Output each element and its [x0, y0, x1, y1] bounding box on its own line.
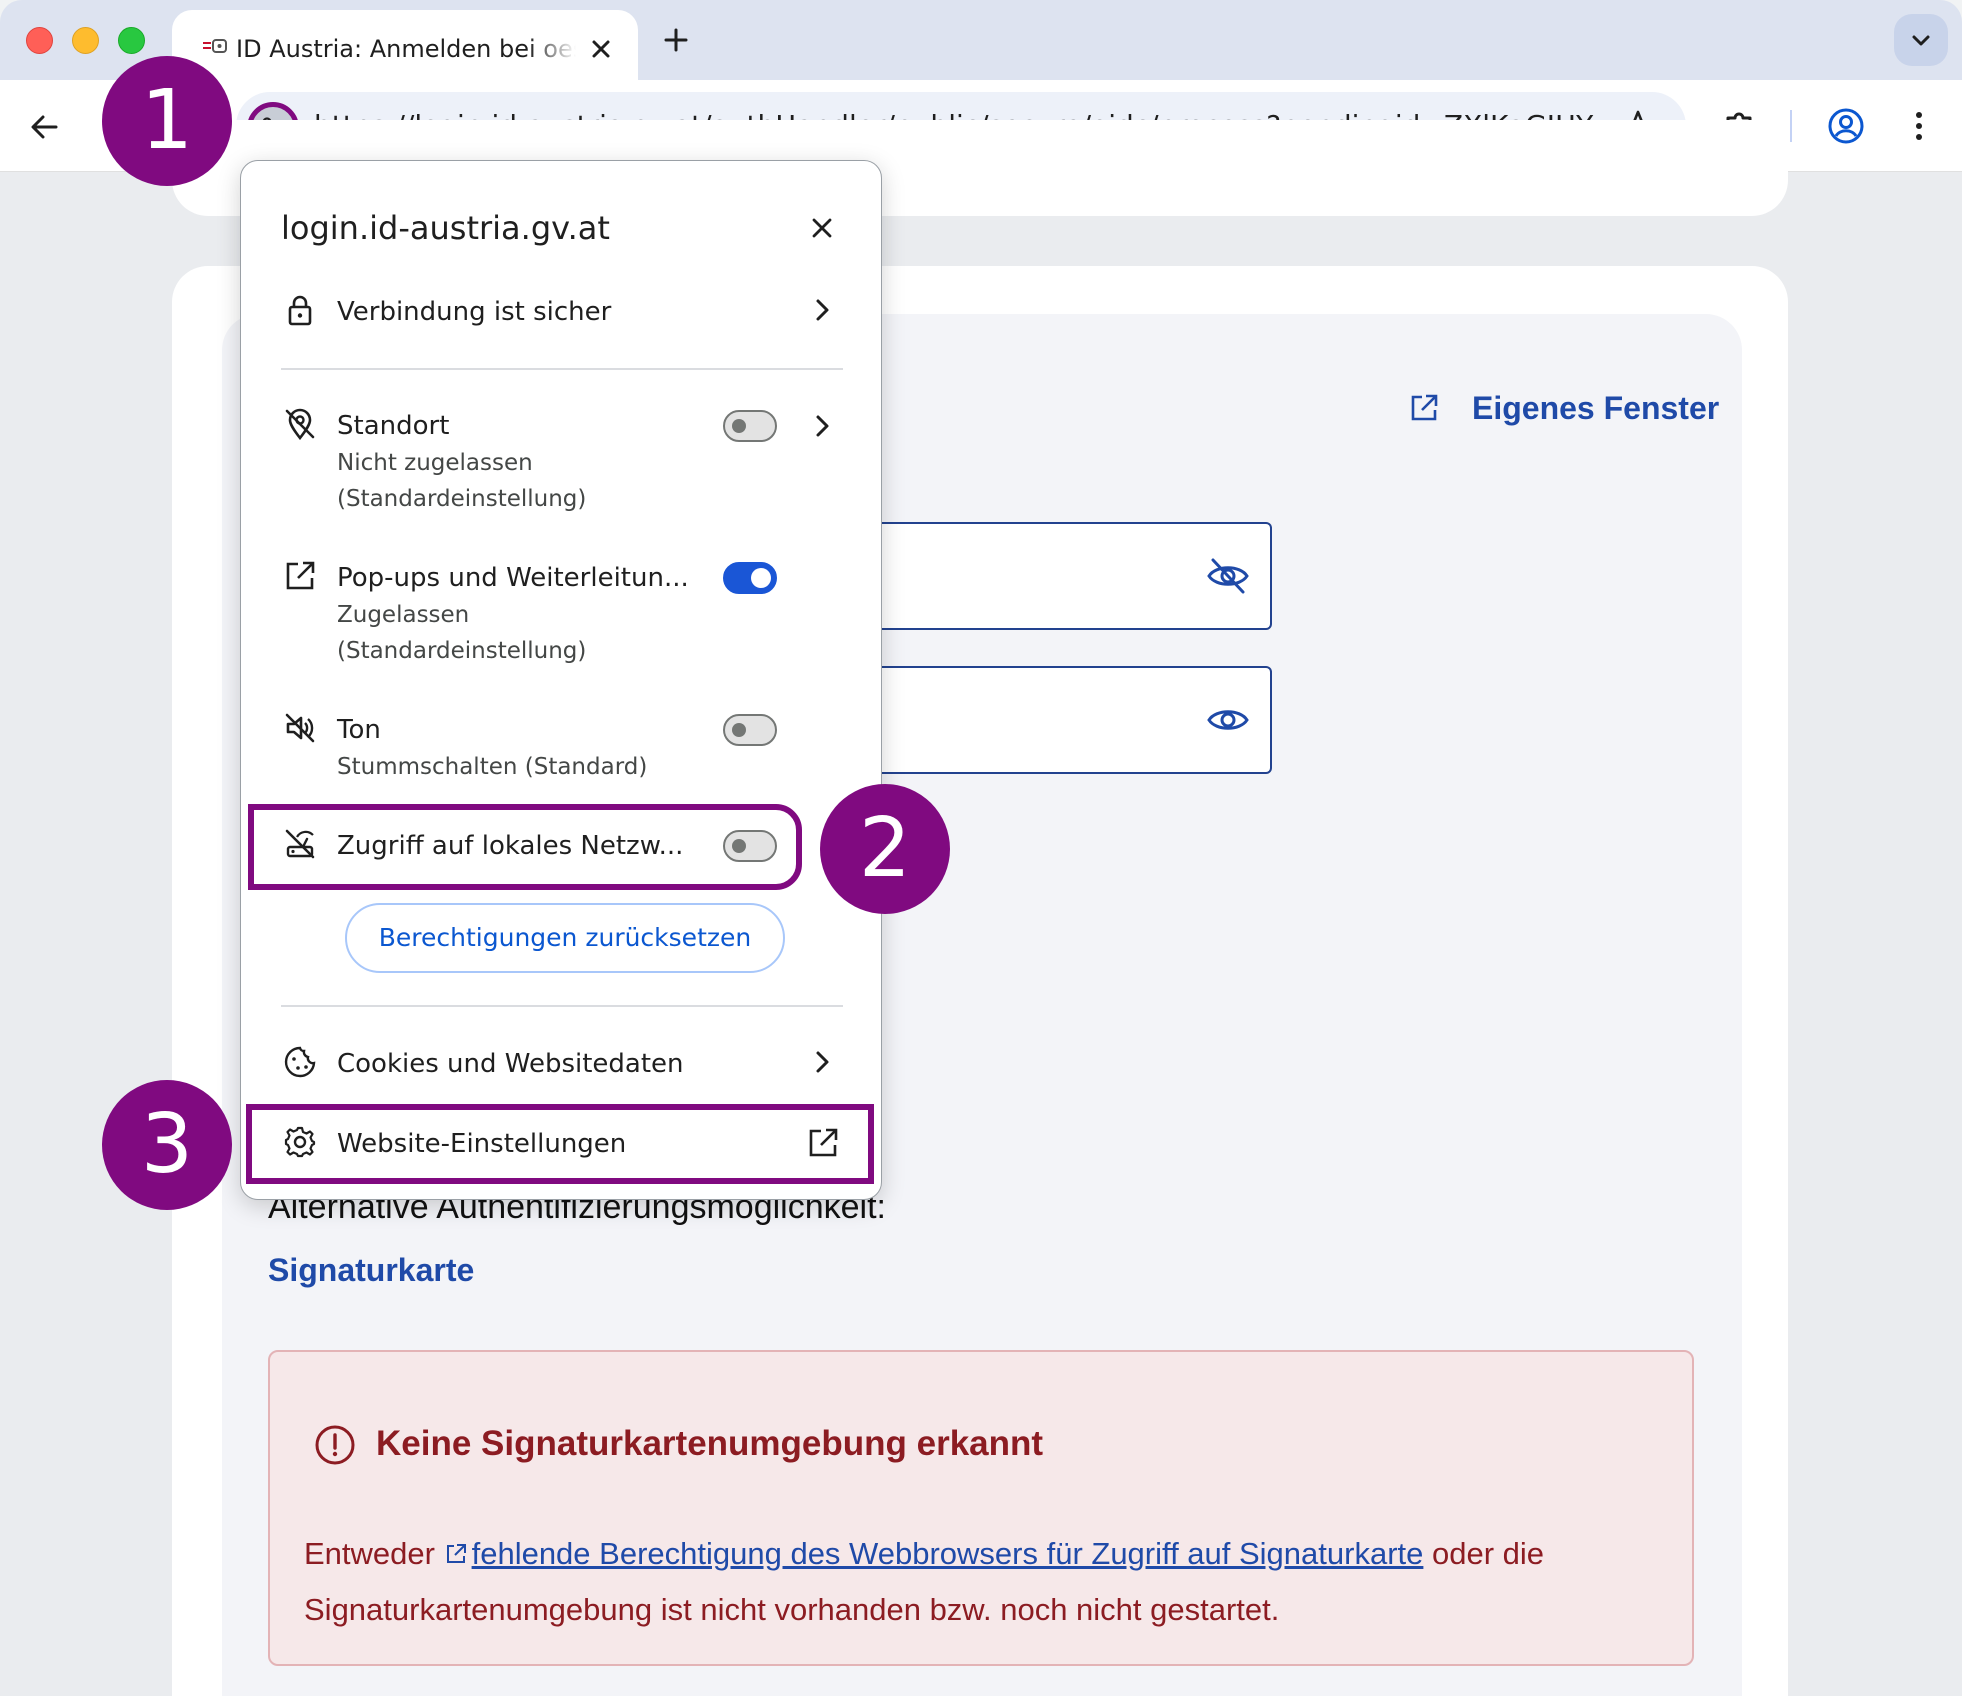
signaturkarte-link[interactable]: Signaturkarte: [268, 1252, 474, 1289]
permission-popups-label: Pop-ups und Weiterleitun...: [337, 563, 689, 593]
back-arrow-icon[interactable]: [26, 108, 64, 146]
password-field-2[interactable]: [870, 666, 1272, 774]
permission-location-status: Nicht zugelassen: [337, 450, 533, 476]
chevron-right-icon[interactable]: [807, 295, 837, 325]
chevron-right-icon[interactable]: [807, 411, 837, 441]
minimize-window-button[interactable]: [72, 27, 99, 54]
error-circle-icon: [315, 1425, 355, 1465]
lock-icon: [288, 295, 312, 326]
toolbar-separator: [1790, 110, 1792, 142]
highlight-local-network: [248, 804, 802, 890]
tab-strip: ID Austria: Anmelden bei oesterreich.gv.…: [0, 0, 1962, 82]
error-title: Keine Signaturkartenumgebung erkannt: [376, 1424, 1044, 1463]
connection-secure-label[interactable]: Verbindung ist sicher: [337, 295, 611, 329]
close-icon[interactable]: [805, 211, 839, 245]
profile-avatar-icon[interactable]: [1826, 106, 1866, 146]
reset-permissions-button[interactable]: Berechtigungen zurücksetzen: [345, 903, 785, 973]
error-body: Entweder fehlende Berechtigung des Webbr…: [304, 1526, 1674, 1638]
tab-search-button[interactable]: [1894, 14, 1948, 66]
permission-sound-label: Ton: [337, 715, 381, 745]
permission-popups-default: (Standardeinstellung): [337, 638, 587, 664]
berechtigung-link[interactable]: fehlende Berechtigung des Webbrowsers fü…: [472, 1536, 1424, 1571]
eigenes-fenster-link[interactable]: Eigenes Fenster: [1408, 386, 1719, 430]
close-window-button[interactable]: [26, 27, 53, 54]
chevron-right-icon[interactable]: [807, 1047, 837, 1077]
site-info-popup: login.id-austria.gv.at Verbindung ist si…: [240, 160, 882, 1200]
eye-icon[interactable]: [1206, 700, 1250, 740]
open-in-new-icon: [286, 561, 315, 590]
location-toggle[interactable]: [723, 410, 777, 442]
new-tab-icon[interactable]: [660, 24, 692, 56]
popup-divider: [281, 1005, 843, 1007]
sound-toggle[interactable]: [723, 714, 777, 746]
more-menu-icon[interactable]: [1904, 106, 1934, 146]
maximize-window-button[interactable]: [118, 27, 145, 54]
volume-off-icon: [285, 713, 315, 743]
error-body-prefix: Entweder: [304, 1536, 435, 1571]
id-austria-favicon: [203, 39, 227, 53]
step-badge-3: 3: [102, 1080, 232, 1210]
password-field-1[interactable]: [870, 522, 1272, 630]
popups-toggle[interactable]: [723, 562, 777, 594]
eye-off-icon[interactable]: [1206, 556, 1250, 596]
cookie-icon: [284, 1046, 316, 1078]
tab-id-austria[interactable]: ID Austria: Anmelden bei oesterreich.gv.…: [172, 10, 638, 82]
highlight-site-settings: [246, 1104, 874, 1184]
popup-divider: [281, 368, 843, 370]
permission-location-label: Standort: [337, 411, 450, 441]
cookies-label[interactable]: Cookies und Websitedaten: [337, 1047, 684, 1081]
permission-popups-status: Zugelassen: [337, 602, 470, 628]
step-badge-1: 1: [102, 56, 232, 186]
step-badge-2: 2: [820, 784, 950, 914]
eigenes-fenster-label: Eigenes Fenster: [1472, 389, 1720, 426]
permission-sound-status: Stummschalten (Standard): [337, 754, 648, 780]
location-off-icon: [285, 408, 315, 441]
permission-location-default: (Standardeinstellung): [337, 486, 587, 512]
tab-close-icon[interactable]: [586, 34, 616, 64]
popup-domain: login.id-austria.gv.at: [281, 209, 610, 247]
external-link-icon: [1411, 394, 1438, 421]
chevron-down-icon: [1912, 35, 1930, 46]
external-link-icon: [446, 1544, 466, 1563]
tab-title: ID Austria: Anmelden bei oesterreich.gv.…: [236, 35, 576, 63]
error-alert: Keine Signaturkartenumgebung erkannt Ent…: [268, 1350, 1694, 1666]
